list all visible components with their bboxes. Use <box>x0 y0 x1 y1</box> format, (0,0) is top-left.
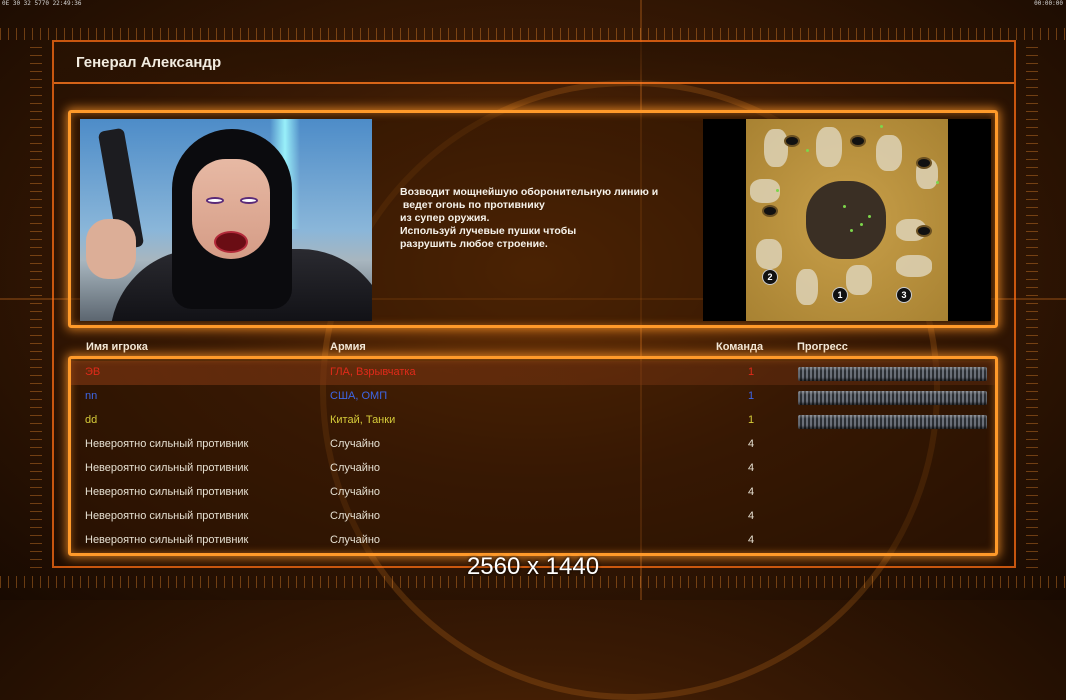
player-team: 4 <box>747 534 755 546</box>
map-rock <box>756 239 782 269</box>
status-clock: 00:00:00 <box>1034 0 1063 7</box>
map-start-position: 1 <box>832 287 848 303</box>
map-pit <box>916 157 932 169</box>
column-header-army: Армия <box>330 341 366 353</box>
loading-progress-bar <box>798 415 987 429</box>
map-unit <box>868 215 871 218</box>
description-line: из супер оружия. <box>400 212 490 224</box>
map-unit <box>860 223 863 226</box>
map-pit <box>784 135 800 147</box>
player-army: Случайно <box>330 534 381 546</box>
description-line: Возводит мощнейшую оборонительную линию … <box>400 186 659 198</box>
background-ruler-right <box>1026 40 1038 568</box>
column-header-player: Имя игрока <box>86 341 148 353</box>
table-row[interactable]: dd Китай, Танки 1 <box>71 409 995 433</box>
player-team: 4 <box>747 510 755 522</box>
player-name: Невероятно сильный противник <box>85 462 249 474</box>
player-army: ГЛА, Взрывчатка <box>330 366 416 378</box>
table-row[interactable]: Невероятно сильный противник Случайно 4 <box>71 505 995 529</box>
map-unit <box>880 125 883 128</box>
column-header-team: Команда <box>716 341 764 353</box>
map-unit <box>776 189 779 192</box>
player-name: nn <box>85 390 98 402</box>
player-name: dd <box>85 414 98 426</box>
table-row[interactable]: Невероятно сильный противник Случайно 4 <box>71 481 995 505</box>
map-unit <box>806 149 809 152</box>
portrait-hand <box>86 219 136 279</box>
description-line: ведет огонь по противнику <box>400 199 545 211</box>
player-army: Случайно <box>330 462 381 474</box>
column-header-progress: Прогресс <box>797 341 848 353</box>
map-rock <box>846 265 872 295</box>
background-ruler-top <box>0 28 1066 40</box>
map-center-crater <box>806 181 886 259</box>
player-name: ЭВ <box>85 366 101 378</box>
map-unit <box>936 181 939 184</box>
portrait-mouth <box>214 231 248 253</box>
player-name: Невероятно сильный противник <box>85 510 249 522</box>
portrait-eye-left <box>206 197 224 204</box>
map-rock <box>796 269 818 305</box>
map-start-position: 3 <box>896 287 912 303</box>
player-name: Невероятно сильный противник <box>85 486 249 498</box>
player-army: Китай, Танки <box>330 414 396 426</box>
table-row[interactable]: ЭВ ГЛА, Взрывчатка 1 <box>71 361 995 385</box>
table-row[interactable]: Невероятно сильный противник Случайно 4 <box>71 529 995 553</box>
players-table: ЭВ ГЛА, Взрывчатка 1 nn США, ОМП 1 dd Китай, Та… <box>68 356 998 556</box>
map-pit <box>916 225 932 237</box>
player-team: 4 <box>747 438 755 450</box>
general-description: Возводит мощнейшую оборонительную линию … <box>400 186 700 251</box>
map-preview: 2 1 3 <box>703 119 991 321</box>
player-team: 1 <box>747 414 755 426</box>
table-row[interactable]: Невероятно сильный противник Случайно 4 <box>71 433 995 457</box>
status-bar: 0E 30 32 5770 22:49:36 00:00:00 <box>0 0 1066 8</box>
background-ruler-left <box>30 40 42 568</box>
loading-progress-bar <box>798 367 987 381</box>
map-rock <box>876 135 902 171</box>
player-team: 4 <box>747 486 755 498</box>
map-rock <box>896 255 932 277</box>
player-name: Невероятно сильный противник <box>85 438 249 450</box>
player-name: Невероятно сильный противник <box>85 534 249 546</box>
map-unit <box>850 229 853 232</box>
map-rock <box>816 127 842 167</box>
map-terrain: 2 1 3 <box>746 119 948 321</box>
player-team: 1 <box>747 390 755 402</box>
map-unit <box>843 205 846 208</box>
player-army: Случайно <box>330 510 381 522</box>
table-row[interactable]: Невероятно сильный противник Случайно 4 <box>71 457 995 481</box>
player-team: 1 <box>747 366 755 378</box>
general-portrait <box>80 119 372 321</box>
description-line: разрушить любое строение. <box>400 238 548 250</box>
map-start-position: 2 <box>762 269 778 285</box>
title-divider <box>54 82 1014 84</box>
general-title: Генерал Александр <box>76 54 222 71</box>
player-army: Случайно <box>330 486 381 498</box>
resolution-overlay: 2560 x 1440 <box>466 553 600 580</box>
map-pit <box>762 205 778 217</box>
status-left-readout: 0E 30 32 5770 22:49:36 <box>2 0 82 7</box>
table-row[interactable]: nn США, ОМП 1 <box>71 385 995 409</box>
player-team: 4 <box>747 462 755 474</box>
player-army: Случайно <box>330 438 381 450</box>
portrait-eye-right <box>240 197 258 204</box>
map-rock <box>764 129 788 167</box>
loading-progress-bar <box>798 391 987 405</box>
player-army: США, ОМП <box>330 390 388 402</box>
title-bar: Генерал Александр <box>54 42 1014 82</box>
map-pit <box>850 135 866 147</box>
description-line: Используй лучевые пушки чтобы <box>400 225 577 237</box>
